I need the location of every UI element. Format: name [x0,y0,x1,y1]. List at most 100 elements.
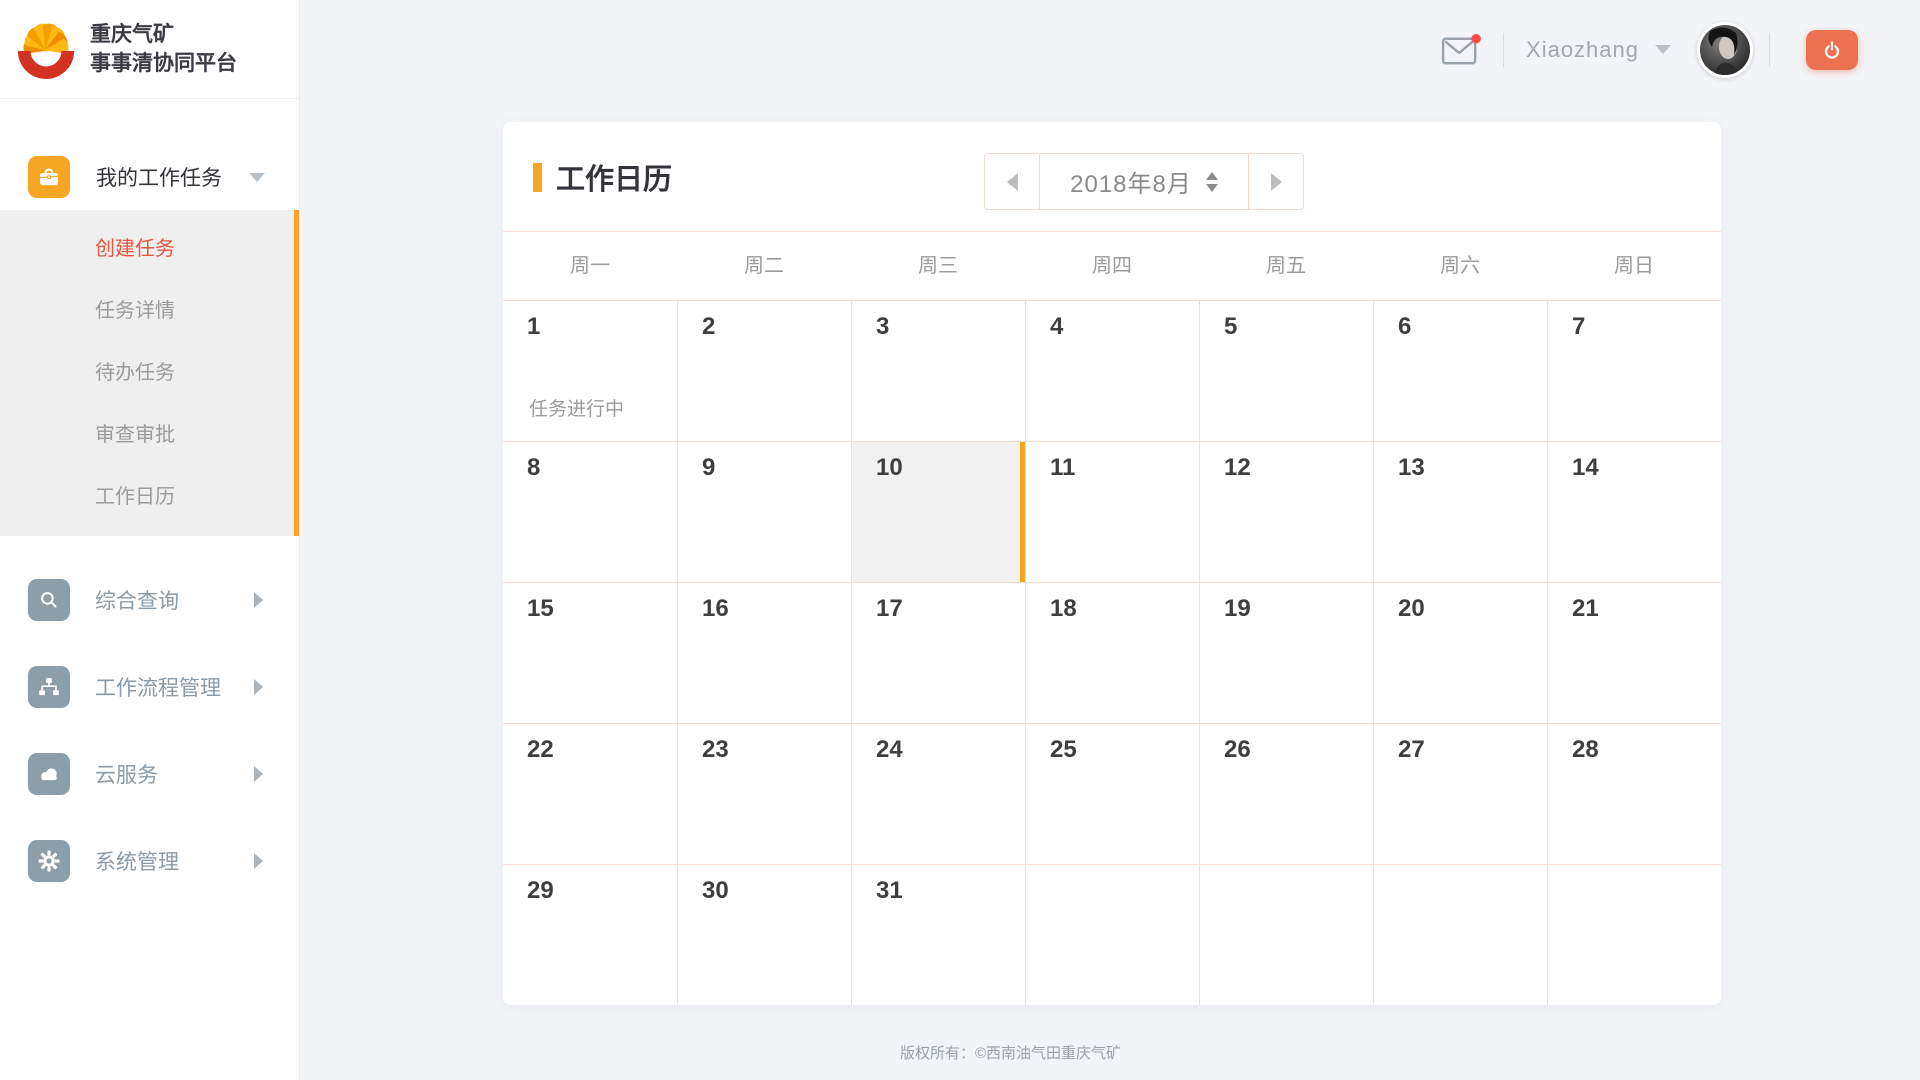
day-cell-24[interactable]: 24 [851,723,1025,864]
gear-icon [28,840,70,882]
user-menu-chevron-icon[interactable] [1655,45,1671,54]
day-number: 1 [527,313,540,341]
sidebar-item-work-calendar[interactable]: 工作日历 [0,466,294,528]
weekday-label: 周三 [851,232,1025,300]
day-cell-31[interactable]: 31 [851,864,1025,1005]
arrow-left-icon [1007,173,1018,191]
day-cell-empty [1373,864,1547,1005]
day-number: 27 [1398,736,1425,764]
day-cell-30[interactable]: 30 [677,864,851,1005]
sidebar: 重庆气矿 事事清协同平台 我的工作任务 创建任务 任务详情 待办任务 审查审批 … [0,0,300,1080]
sidebar-submenu: 创建任务 任务详情 待办任务 审查审批 工作日历 [0,210,299,536]
day-cell-13[interactable]: 13 [1373,441,1547,582]
day-number: 10 [876,454,903,482]
day-cell-8[interactable]: 8 [503,441,677,582]
sidebar-section-label: 云服务 [95,759,158,789]
day-number: 11 [1050,454,1075,482]
day-number: 24 [876,736,903,764]
sidebar-item-review-approval[interactable]: 审查审批 [0,404,294,466]
day-number: 3 [876,313,889,341]
day-cell-11[interactable]: 11 [1025,441,1199,582]
day-number: 31 [876,877,903,905]
day-cell-27[interactable]: 27 [1373,723,1547,864]
spinner-up-icon[interactable] [1206,172,1218,180]
day-cell-10[interactable]: 10 [851,441,1025,582]
day-cell-empty [1199,864,1373,1005]
day-cell-3[interactable]: 3 [851,300,1025,441]
day-number: 19 [1224,595,1251,623]
previous-month-button[interactable] [984,153,1040,210]
month-navigation: 2018年8月 [984,153,1304,210]
calendar-grid: 1任务进行中2345678910111213141516171819202122… [503,300,1721,1005]
day-cell-22[interactable]: 22 [503,723,677,864]
day-number: 25 [1050,736,1077,764]
day-cell-4[interactable]: 4 [1025,300,1199,441]
sidebar-section-cloud-services[interactable]: 云服务 [0,730,299,817]
sidebar-section-comprehensive-query[interactable]: 综合查询 [0,556,299,643]
spinner-down-icon[interactable] [1206,184,1218,192]
day-number: 15 [527,595,554,623]
day-number: 22 [527,736,554,764]
mail-icon[interactable] [1441,34,1481,66]
day-cell-19[interactable]: 19 [1199,582,1373,723]
user-avatar[interactable] [1697,22,1753,78]
day-number: 5 [1224,313,1237,341]
day-number: 18 [1050,595,1077,623]
sidebar-item-todo-tasks[interactable]: 待办任务 [0,342,294,404]
search-icon [28,579,70,621]
next-month-button[interactable] [1248,153,1304,210]
day-number: 12 [1224,454,1251,482]
day-number: 6 [1398,313,1411,341]
sidebar-section-my-tasks[interactable]: 我的工作任务 [0,144,299,210]
month-spinner[interactable] [1206,172,1218,192]
day-cell-15[interactable]: 15 [503,582,677,723]
day-cell-26[interactable]: 26 [1199,723,1373,864]
arrow-right-icon [1271,173,1282,191]
sidebar-section-label: 我的工作任务 [96,162,222,192]
day-cell-20[interactable]: 20 [1373,582,1547,723]
day-number: 28 [1572,736,1599,764]
chevron-right-icon [254,592,263,608]
logout-power-button[interactable] [1806,30,1858,70]
weekday-label: 周二 [677,232,851,300]
sidebar-item-task-details[interactable]: 任务详情 [0,280,294,342]
unread-dot [1471,34,1480,43]
day-cell-7[interactable]: 7 [1547,300,1721,441]
day-cell-16[interactable]: 16 [677,582,851,723]
page-title: 工作日历 [533,122,672,232]
day-number: 9 [702,454,715,482]
day-number: 26 [1224,736,1251,764]
chevron-right-icon [254,679,263,695]
divider [1769,33,1770,67]
day-cell-12[interactable]: 12 [1199,441,1373,582]
day-cell-6[interactable]: 6 [1373,300,1547,441]
month-input[interactable]: 2018年8月 [1040,153,1248,210]
topbar: Xiaozhang [300,0,1920,99]
day-cell-1[interactable]: 1任务进行中 [503,300,677,441]
brand-title: 重庆气矿 事事清协同平台 [90,20,237,78]
sidebar-section-workflow-management[interactable]: 工作流程管理 [0,643,299,730]
day-cell-9[interactable]: 9 [677,441,851,582]
day-cell-18[interactable]: 18 [1025,582,1199,723]
day-number: 23 [702,736,729,764]
day-cell-17[interactable]: 17 [851,582,1025,723]
day-cell-empty [1547,864,1721,1005]
day-cell-14[interactable]: 14 [1547,441,1721,582]
day-number: 14 [1572,454,1599,482]
day-number: 13 [1398,454,1425,482]
sidebar-section-system-management[interactable]: 系统管理 [0,817,299,904]
day-cell-23[interactable]: 23 [677,723,851,864]
username-label[interactable]: Xiaozhang [1526,37,1639,63]
day-cell-29[interactable]: 29 [503,864,677,1005]
cloud-icon [28,753,70,795]
sidebar-section-label: 工作流程管理 [95,672,221,702]
day-number: 4 [1050,313,1063,341]
day-number: 21 [1572,595,1599,623]
day-cell-28[interactable]: 28 [1547,723,1721,864]
petrochina-logo-icon [15,18,77,80]
sidebar-item-create-task[interactable]: 创建任务 [0,218,294,280]
day-cell-25[interactable]: 25 [1025,723,1199,864]
day-cell-21[interactable]: 21 [1547,582,1721,723]
day-cell-5[interactable]: 5 [1199,300,1373,441]
day-cell-2[interactable]: 2 [677,300,851,441]
